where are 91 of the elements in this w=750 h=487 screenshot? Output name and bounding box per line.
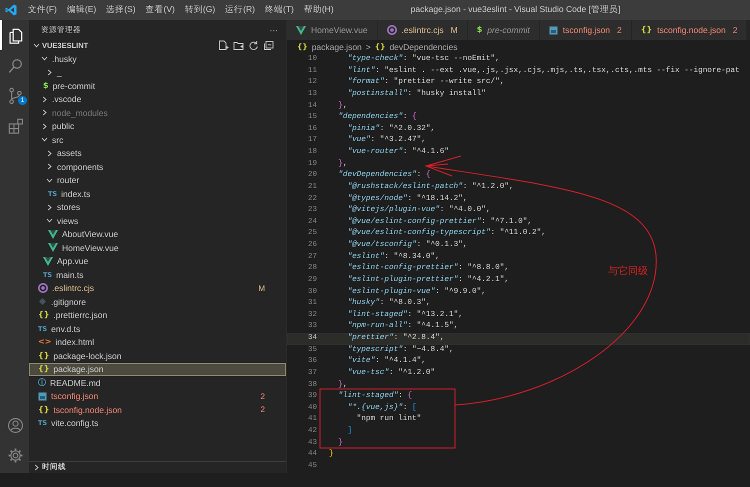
vue-icon xyxy=(48,230,58,239)
file-type-icon: {} xyxy=(38,311,50,320)
more-actions-button[interactable]: ··· xyxy=(270,24,278,34)
folder-item[interactable]: src xyxy=(29,133,286,146)
menu-item[interactable]: 选择(S) xyxy=(101,4,141,16)
menu-item[interactable]: 文件(F) xyxy=(23,4,62,16)
chevron-down-icon xyxy=(41,136,48,144)
error-count: 2 xyxy=(617,25,622,35)
file-name: tsconfig.json xyxy=(51,391,98,402)
chevron-right-icon xyxy=(46,68,53,76)
folder-item[interactable]: .husky xyxy=(29,52,286,66)
account-icon xyxy=(7,417,24,434)
chevron-down-icon xyxy=(46,217,53,224)
file-item[interactable]: {} package.json xyxy=(29,362,286,376)
folder-item[interactable]: views xyxy=(29,214,286,228)
chevron-down-icon xyxy=(46,176,53,184)
menu-item[interactable]: 转到(G) xyxy=(180,4,220,16)
file-item[interactable]: <> index.html xyxy=(29,336,286,349)
chevron-down-icon xyxy=(41,55,48,62)
folder-item[interactable]: public xyxy=(29,120,286,133)
tab-label: pre-commit xyxy=(487,25,530,35)
file-type-icon: {} xyxy=(38,352,50,360)
file-name: node_modules xyxy=(52,108,108,118)
breadcrumb-separator: > xyxy=(366,42,371,52)
file-type-icon: ⓘ xyxy=(38,378,46,387)
menu-item[interactable]: 查看(V) xyxy=(140,4,180,16)
git-status-letter: M xyxy=(450,25,458,35)
breadcrumb-item[interactable]: devDependencies xyxy=(389,42,458,52)
app-logo-icon xyxy=(5,4,17,16)
vue-icon xyxy=(43,256,53,266)
file-item[interactable]: AboutView.vue xyxy=(29,228,286,241)
refresh-icon[interactable] xyxy=(248,40,259,51)
menu-item[interactable]: 编辑(E) xyxy=(62,4,102,16)
vue-icon xyxy=(48,243,58,252)
branch-icon xyxy=(7,86,24,104)
file-item[interactable]: ⓘ README.md xyxy=(29,376,286,390)
file-type-icon: $ xyxy=(476,26,482,34)
window-title: package.json - vue3eslint - Visual Studio Code [管理员] xyxy=(410,4,620,16)
breadcrumb-item[interactable]: package.json xyxy=(312,42,362,52)
file-type-icon: {} xyxy=(38,406,50,414)
vue-icon xyxy=(296,26,306,34)
file-type-icon: $ xyxy=(43,82,49,90)
files-icon xyxy=(7,26,24,44)
menu-item[interactable]: 运行(R) xyxy=(220,4,260,16)
tab-label: tsconfig.json xyxy=(562,25,610,35)
file-item[interactable]: $ pre-commit xyxy=(29,79,286,92)
editor-tab[interactable]: tsconfig.json 2 xyxy=(540,20,632,40)
menu-item[interactable]: 帮助(H) xyxy=(298,4,339,16)
file-name: tsconfig.node.json xyxy=(53,404,122,415)
extensions-icon xyxy=(7,116,24,134)
file-item[interactable]: tsconfig.json 2 xyxy=(29,390,286,403)
file-type-icon xyxy=(38,392,47,401)
tab-label: .eslintrc.cjs xyxy=(402,25,444,35)
editor-tab[interactable]: .eslintrc.cjs M xyxy=(378,20,468,40)
folder-item[interactable]: components xyxy=(29,160,286,174)
folder-item[interactable]: stores xyxy=(29,200,286,214)
file-type-icon xyxy=(548,26,558,34)
gear-icon xyxy=(7,447,24,464)
folder-item[interactable]: node_modules xyxy=(29,106,286,120)
git-status-letter: M xyxy=(258,284,266,293)
search-icon xyxy=(7,56,24,74)
error-count: 2 xyxy=(260,405,266,414)
file-item[interactable]: {} package-lock.json xyxy=(29,349,286,362)
file-item[interactable]: {} .prettierrc.json xyxy=(29,308,286,322)
editor-tab[interactable]: $ pre-commit xyxy=(468,20,540,40)
editor-tab[interactable]: {} tsconfig.node.json 2 xyxy=(632,20,748,40)
folder-item[interactable]: assets xyxy=(29,146,286,160)
file-item[interactable]: {} tsconfig.node.json 2 xyxy=(29,403,286,416)
diamond-icon xyxy=(38,297,47,306)
file-item[interactable]: .eslintrc.cjs M xyxy=(29,282,286,295)
file-item[interactable]: App.vue xyxy=(29,254,286,268)
folder-item[interactable]: _ xyxy=(29,66,286,79)
tab-label: tsconfig.node.json xyxy=(657,25,726,35)
menu-item[interactable]: 终端(T) xyxy=(260,4,299,16)
file-name: .eslintrc.cjs xyxy=(52,283,94,294)
file-item[interactable]: .gitignore xyxy=(29,295,286,308)
file-item[interactable]: HomeView.vue xyxy=(29,241,286,254)
chevron-right-icon xyxy=(46,204,53,211)
error-count: 2 xyxy=(732,25,738,35)
chevron-right-icon xyxy=(33,464,40,470)
error-count: 2 xyxy=(260,392,266,401)
new-folder-icon[interactable] xyxy=(233,40,244,51)
collapse-all-icon[interactable] xyxy=(263,40,274,51)
new-file-icon[interactable] xyxy=(218,40,229,51)
file-type-icon: {} xyxy=(38,365,50,374)
file-type-icon: <> xyxy=(38,338,52,346)
file-type-icon: {} xyxy=(640,26,652,34)
annotation-note: 与它同级 xyxy=(608,264,648,278)
folder-item[interactable]: router xyxy=(29,174,286,187)
folder-item[interactable]: .vscode xyxy=(29,92,286,106)
editor-tab[interactable]: HomeView.vue xyxy=(287,20,378,40)
